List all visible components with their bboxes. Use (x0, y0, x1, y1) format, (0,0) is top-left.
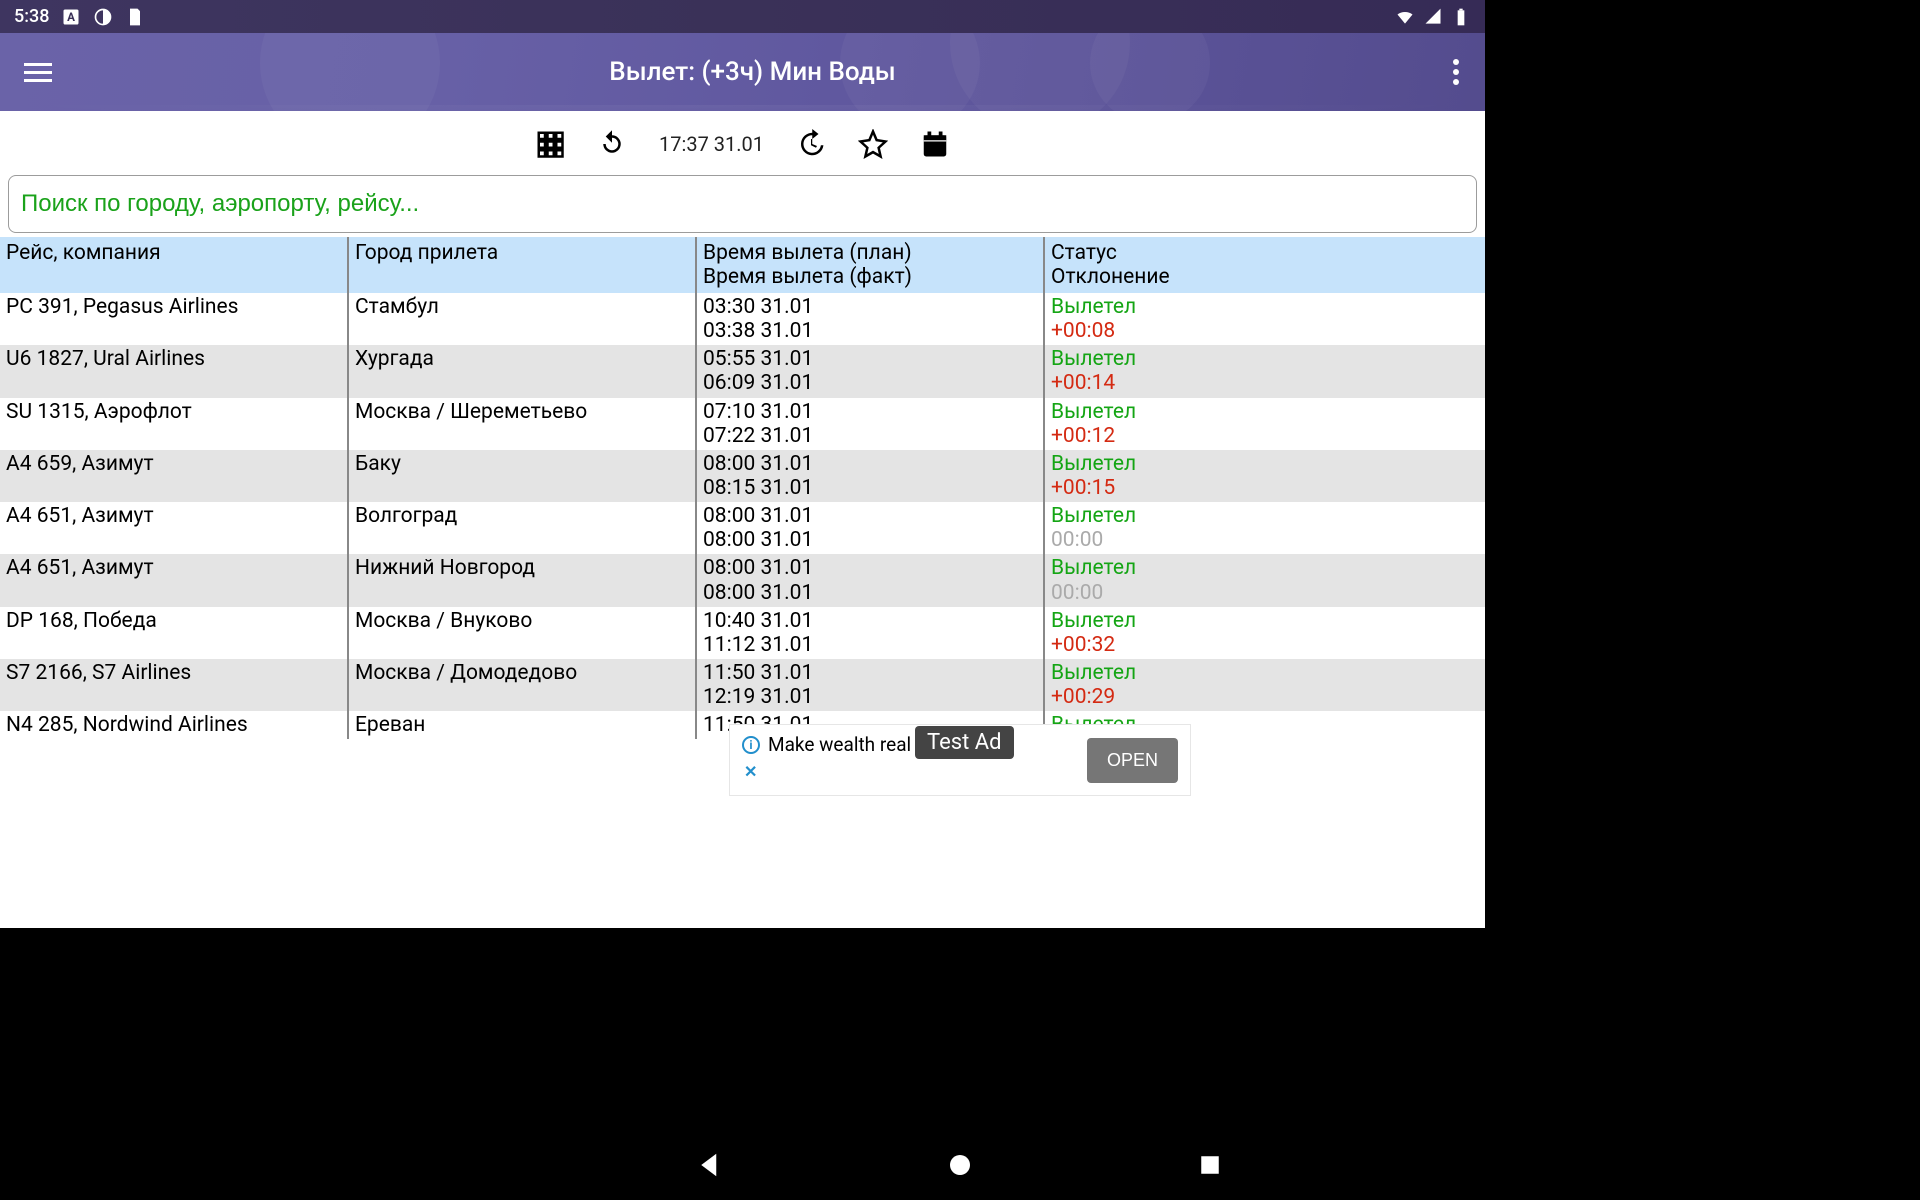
time-fact-cell: 08:00 31.01 (703, 581, 813, 605)
recent-button[interactable] (1195, 1150, 1225, 1180)
android-status-bar: 5:38 A (0, 0, 1485, 33)
header-status: Статус (1051, 241, 1117, 265)
time-plan-cell: 08:00 31.01 (703, 452, 813, 476)
status-cell: Вылетел (1051, 347, 1136, 371)
toolbar: 17:37 31.01 (0, 111, 1485, 171)
back-button[interactable] (695, 1150, 725, 1180)
toolbar-datetime: 17:37 31.01 (659, 132, 764, 156)
flight-cell: A4 651, Азимут (6, 504, 154, 528)
deviation-cell: +00:14 (1051, 371, 1115, 395)
status-cell: Вылетел (1051, 452, 1136, 476)
header-time-plan: Время вылета (план) (703, 241, 912, 265)
status-cell: Вылетел (1051, 400, 1136, 424)
header-time-fact: Время вылета (факт) (703, 265, 912, 289)
flight-cell: A4 659, Азимут (6, 452, 154, 476)
table-row[interactable]: PC 391, Pegasus Airlines Стамбул 03:30 31.… (0, 293, 1485, 345)
status-cell: Вылетел (1051, 295, 1136, 319)
status-time: 5:38 (14, 6, 49, 27)
flight-cell: N4 285, Nordwind Airlines (6, 713, 248, 737)
table-row[interactable]: A4 651, Азимут Волгоград 08:00 31.0108:00 … (0, 502, 1485, 554)
time-plan-cell: 10:40 31.01 (703, 609, 813, 633)
city-cell: Москва / Шереметьево (355, 400, 587, 424)
status-cell: Вылетел (1051, 504, 1136, 528)
battery-icon (1451, 7, 1471, 27)
deviation-cell: +00:29 (1051, 685, 1115, 709)
search-input[interactable] (21, 190, 1464, 218)
flight-cell: PC 391, Pegasus Airlines (6, 295, 239, 319)
time-plan-cell: 08:00 31.01 (703, 556, 813, 580)
city-cell: Стамбул (355, 295, 439, 319)
ad-info-icon[interactable]: i (742, 736, 760, 754)
refresh-icon[interactable] (597, 129, 627, 159)
header-flight: Рейс, компания (6, 241, 161, 265)
history-icon[interactable] (796, 129, 826, 159)
time-plan-cell: 05:55 31.01 (703, 347, 813, 371)
table-row[interactable]: A4 659, Азимут Баку 08:00 31.0108:15 31.01… (0, 450, 1485, 502)
city-cell: Волгоград (355, 504, 457, 528)
status-cell: Вылетел (1051, 661, 1136, 685)
time-fact-cell: 03:38 31.01 (703, 319, 813, 343)
ad-container: Test Ad i Make wealth real ✕ OPEN (729, 724, 1191, 796)
time-fact-cell: 06:09 31.01 (703, 371, 813, 395)
home-button[interactable] (945, 1150, 975, 1180)
table-row[interactable]: S7 2166, S7 Airlines Москва / Домодедово 1… (0, 659, 1485, 711)
deviation-cell: +00:08 (1051, 319, 1115, 343)
grid-icon[interactable] (535, 129, 565, 159)
calendar-icon[interactable] (920, 129, 950, 159)
flight-cell: SU 1315, Аэрофлот (6, 400, 192, 424)
time-plan-cell: 03:30 31.01 (703, 295, 813, 319)
time-fact-cell: 12:19 31.01 (703, 685, 813, 709)
table-row[interactable]: A4 651, Азимут Нижний Новгород 08:00 31.01… (0, 554, 1485, 606)
city-cell: Баку (355, 452, 401, 476)
wifi-icon (1395, 7, 1415, 27)
time-plan-cell: 07:10 31.01 (703, 400, 813, 424)
status-cell: Вылетел (1051, 609, 1136, 633)
flight-cell: S7 2166, S7 Airlines (6, 661, 191, 685)
city-cell: Ереван (355, 713, 425, 737)
search-container (8, 175, 1477, 233)
deviation-cell: 00:00 (1051, 581, 1103, 605)
header-deviation: Отклонение (1051, 265, 1170, 289)
city-cell: Хургада (355, 347, 434, 371)
flight-cell: A4 651, Азимут (6, 556, 154, 580)
flight-cell: U6 1827, Ural Airlines (6, 347, 205, 371)
time-fact-cell: 07:22 31.01 (703, 424, 813, 448)
theme-icon (93, 7, 113, 27)
svg-text:A: A (68, 10, 76, 24)
ad-text: Make wealth real (768, 733, 911, 756)
table-row[interactable]: SU 1315, Аэрофлот Москва / Шереметьево 07:… (0, 398, 1485, 450)
table-row[interactable]: DP 168, Победа Москва / Внуково 10:40 31.0… (0, 607, 1485, 659)
time-fact-cell: 08:00 31.01 (703, 528, 813, 552)
city-cell: Москва / Домодедово (355, 661, 577, 685)
deviation-cell: +00:12 (1051, 424, 1115, 448)
ad-badge: Test Ad (915, 726, 1014, 759)
signal-icon (1423, 7, 1443, 27)
star-icon[interactable] (858, 129, 888, 159)
header-city: Город прилета (355, 241, 498, 265)
deviation-cell: 00:00 (1051, 528, 1103, 552)
deviation-cell: +00:32 (1051, 633, 1115, 657)
app-bar: Вылет: (+3ч) Мин Воды (0, 33, 1485, 111)
city-cell: Нижний Новгород (355, 556, 535, 580)
ad-open-button[interactable]: OPEN (1087, 738, 1178, 783)
time-plan-cell: 11:50 31.01 (703, 661, 813, 685)
android-nav-bar (0, 1130, 1920, 1200)
deviation-cell: +00:15 (1051, 476, 1115, 500)
time-plan-cell: 08:00 31.01 (703, 504, 813, 528)
ad-close-icon[interactable]: ✕ (744, 762, 911, 781)
flights-table: Рейс, компания Город прилета Время вылет… (0, 237, 1485, 739)
status-cell: Вылетел (1051, 556, 1136, 580)
keyboard-icon: A (61, 7, 81, 27)
time-fact-cell: 11:12 31.01 (703, 633, 813, 657)
table-header: Рейс, компания Город прилета Время вылет… (0, 237, 1485, 293)
time-fact-cell: 08:15 31.01 (703, 476, 813, 500)
flight-cell: DP 168, Победа (6, 609, 157, 633)
table-row[interactable]: U6 1827, Ural Airlines Хургада 05:55 31.01… (0, 345, 1485, 397)
city-cell: Москва / Внуково (355, 609, 532, 633)
sd-card-icon (125, 7, 145, 27)
